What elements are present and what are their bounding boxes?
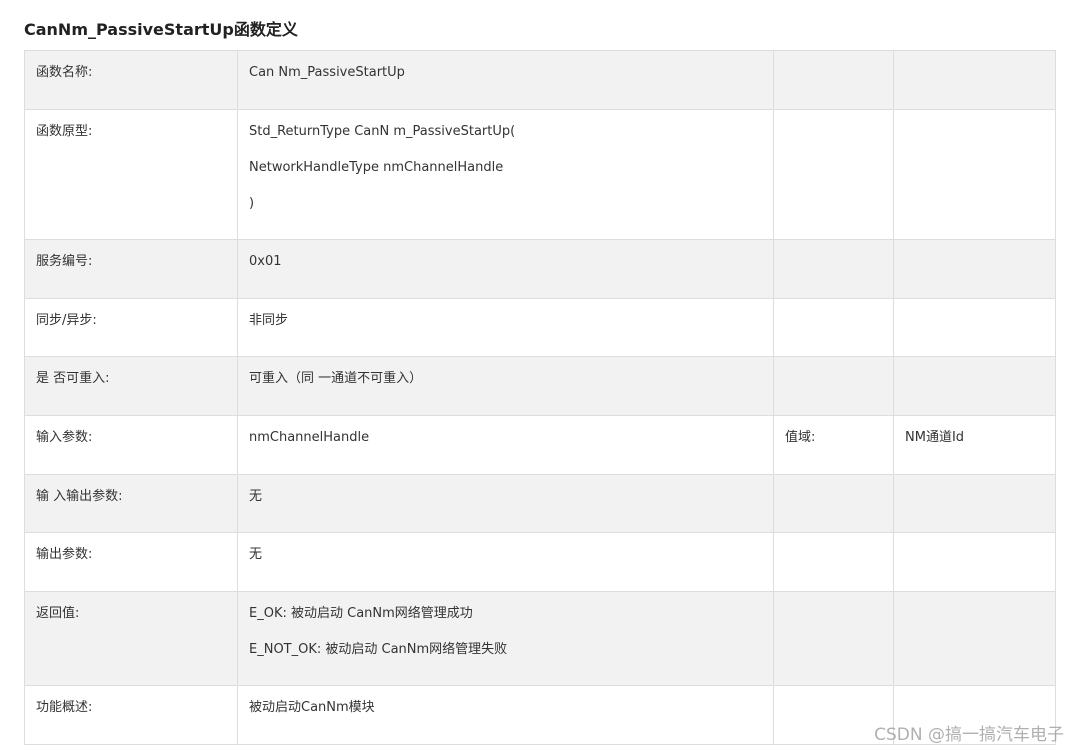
page-title: CanNm_PassiveStartUp函数定义 <box>24 20 298 39</box>
value-line: 无 <box>249 489 263 504</box>
row-extra-value <box>893 356 1056 416</box>
row-extra-label <box>773 532 894 592</box>
row-value: Can Nm_PassiveStartUp <box>237 50 774 110</box>
row-value: nmChannelHandle <box>237 415 774 475</box>
table-row-input-params: 输入参数: nmChannelHandle 值域: NM通道Id <box>24 415 1056 475</box>
row-label: 功能概述: <box>24 685 238 745</box>
row-extra-label <box>773 474 894 533</box>
row-value: 无 <box>237 474 774 533</box>
row-extra-value: NM通道Id <box>893 415 1056 475</box>
row-extra-value <box>893 532 1056 592</box>
value-line: Std_ReturnType CanN m_PassiveStartUp( <box>249 124 516 139</box>
row-extra-label <box>773 109 894 240</box>
row-label: 返回值: <box>24 591 238 686</box>
row-extra-label: 值域: <box>773 415 894 475</box>
row-label: 输入参数: <box>24 415 238 475</box>
row-value: Std_ReturnType CanN m_PassiveStartUp( Ne… <box>237 109 774 240</box>
table-row-inout-params: 输 入输出参数: 无 <box>24 474 1056 533</box>
row-extra-value <box>893 239 1056 299</box>
row-extra-value <box>893 298 1056 357</box>
table-row-function-prototype: 函数原型: Std_ReturnType CanN m_PassiveStart… <box>24 109 1056 240</box>
row-label: 服务编号: <box>24 239 238 299</box>
row-label: 输 入输出参数: <box>24 474 238 533</box>
row-value: 可重入（同 一通道不可重入） <box>237 356 774 416</box>
row-extra-value <box>893 50 1056 110</box>
row-value: E_OK: 被动启动 CanNm网络管理成功 E_NOT_OK: 被动启动 Ca… <box>237 591 774 686</box>
table-row-reentrancy: 是 否可重入: 可重入（同 一通道不可重入） <box>24 356 1056 416</box>
value-line: NetworkHandleType nmChannelHandle <box>249 160 504 175</box>
row-value: 被动启动CanNm模块 <box>237 685 774 745</box>
value-line: 无 <box>249 547 263 562</box>
row-extra-label <box>773 356 894 416</box>
value-line: E_OK: 被动启动 CanNm网络管理成功 <box>249 606 473 621</box>
row-extra-value <box>893 591 1056 686</box>
row-extra-label <box>773 239 894 299</box>
row-extra-value <box>893 474 1056 533</box>
row-extra-value <box>893 109 1056 240</box>
table-row-output-params: 输出参数: 无 <box>24 532 1056 592</box>
row-label: 是 否可重入: <box>24 356 238 416</box>
table-row-service-id: 服务编号: 0x01 <box>24 239 1056 299</box>
function-definition-table: 函数名称: Can Nm_PassiveStartUp 函数原型: Std_Re… <box>24 50 1056 745</box>
table-row-sync-async: 同步/异步: 非同步 <box>24 298 1056 357</box>
watermark: CSDN @搞一搞汽车电子 <box>874 725 1064 745</box>
row-label: 同步/异步: <box>24 298 238 357</box>
value-line: Can Nm_PassiveStartUp <box>249 65 405 80</box>
row-value: 非同步 <box>237 298 774 357</box>
row-label: 函数名称: <box>24 50 238 110</box>
row-label: 输出参数: <box>24 532 238 592</box>
row-label: 函数原型: <box>24 109 238 240</box>
row-extra-label <box>773 591 894 686</box>
value-line: ) <box>249 196 255 211</box>
row-extra-label <box>773 298 894 357</box>
table-row-return-value: 返回值: E_OK: 被动启动 CanNm网络管理成功 E_NOT_OK: 被动… <box>24 591 1056 686</box>
value-line: 0x01 <box>249 254 282 269</box>
value-line: 可重入（同 一通道不可重入） <box>249 371 423 386</box>
value-line: E_NOT_OK: 被动启动 CanNm网络管理失败 <box>249 642 508 657</box>
table-row-function-name: 函数名称: Can Nm_PassiveStartUp <box>24 50 1056 110</box>
value-line: 非同步 <box>249 313 289 328</box>
row-value: 无 <box>237 532 774 592</box>
row-extra-label <box>773 50 894 110</box>
value-line: 被动启动CanNm模块 <box>249 700 375 715</box>
row-value: 0x01 <box>237 239 774 299</box>
value-line: nmChannelHandle <box>249 430 370 445</box>
